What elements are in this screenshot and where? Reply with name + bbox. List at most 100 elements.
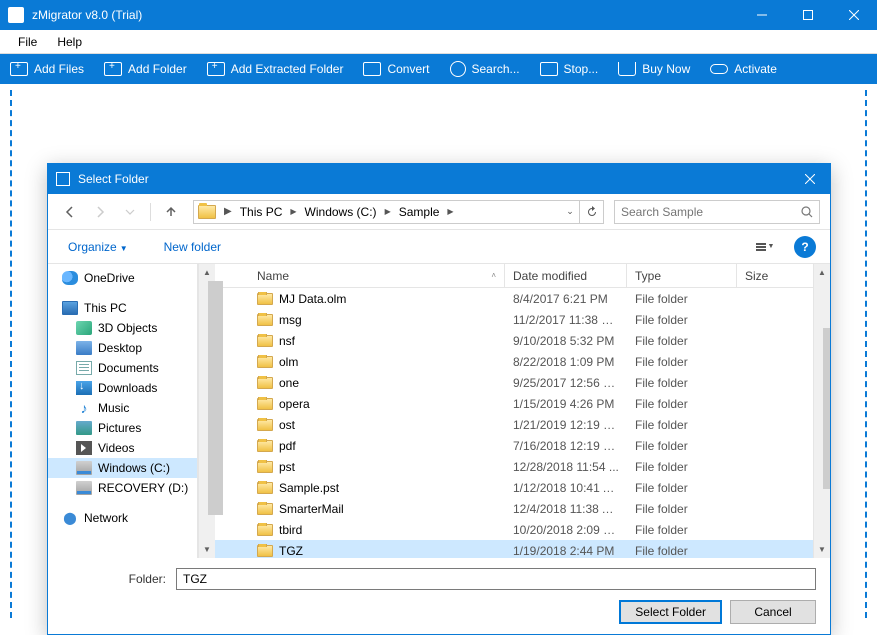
minimize-button[interactable] bbox=[739, 0, 785, 30]
tree-item-onedrive[interactable]: OneDrive bbox=[48, 268, 197, 288]
chevron-down-icon: ▼ bbox=[120, 244, 128, 253]
file-row[interactable]: opera1/15/2019 4:26 PMFile folder bbox=[215, 393, 813, 414]
chevron-right-icon[interactable]: ▶ bbox=[286, 207, 300, 216]
file-name: pdf bbox=[279, 439, 296, 453]
file-type: File folder bbox=[627, 313, 737, 327]
scroll-down-button[interactable]: ▼ bbox=[199, 541, 215, 558]
file-row[interactable]: tbird10/20/2018 2:09 PMFile folder bbox=[215, 519, 813, 540]
tree-item-music[interactable]: ♪Music bbox=[48, 398, 197, 418]
breadcrumb-part[interactable]: Windows (C:) bbox=[301, 205, 381, 219]
tree-item-network[interactable]: ⬤Network bbox=[48, 508, 197, 528]
file-row[interactable]: pdf7/16/2018 12:19 PMFile folder bbox=[215, 435, 813, 456]
nav-recent-button[interactable] bbox=[118, 200, 142, 224]
file-type: File folder bbox=[627, 397, 737, 411]
tree-item-videos[interactable]: Videos bbox=[48, 438, 197, 458]
file-type: File folder bbox=[627, 334, 737, 348]
file-name: tbird bbox=[279, 523, 302, 537]
select-folder-button[interactable]: Select Folder bbox=[619, 600, 722, 624]
titlebar: zMigrator v8.0 (Trial) bbox=[0, 0, 877, 30]
refresh-button[interactable] bbox=[579, 200, 603, 224]
column-type[interactable]: Type bbox=[627, 264, 737, 287]
chevron-right-icon[interactable]: ▶ bbox=[443, 207, 457, 216]
right-rule bbox=[865, 90, 867, 618]
tree-scrollbar[interactable]: ▲ ▼ bbox=[198, 264, 215, 558]
file-row[interactable]: MJ Data.olm8/4/2017 6:21 PMFile folder bbox=[215, 288, 813, 309]
column-date[interactable]: Date modified bbox=[505, 264, 627, 287]
folder-icon bbox=[257, 461, 273, 473]
new-folder-button[interactable]: New folder bbox=[158, 236, 227, 258]
search-button[interactable]: Search... bbox=[440, 57, 530, 81]
scroll-down-button[interactable]: ▼ bbox=[814, 541, 830, 558]
breadcrumb-part[interactable]: This PC bbox=[236, 205, 287, 219]
file-date: 8/22/2018 1:09 PM bbox=[505, 355, 627, 369]
sort-caret-icon: ˄ bbox=[491, 271, 496, 280]
nav-tree[interactable]: OneDrive This PC3D ObjectsDesktopDocument… bbox=[48, 264, 198, 558]
organize-button[interactable]: Organize▼ bbox=[62, 236, 134, 258]
scroll-up-button[interactable]: ▲ bbox=[199, 264, 215, 281]
folder-input[interactable] bbox=[176, 568, 816, 590]
select-folder-dialog: Select Folder ▶ This PC▶Windows (C:)▶Sam… bbox=[47, 163, 831, 635]
file-row[interactable]: nsf9/10/2018 5:32 PMFile folder bbox=[215, 330, 813, 351]
file-row[interactable]: Sample.pst1/12/2018 10:41 AMFile folder bbox=[215, 477, 813, 498]
breadcrumb[interactable]: ▶ This PC▶Windows (C:)▶Sample▶⌄ bbox=[193, 200, 604, 224]
dialog-close-button[interactable] bbox=[790, 164, 830, 194]
file-type: File folder bbox=[627, 460, 737, 474]
menu-file[interactable]: File bbox=[8, 31, 47, 53]
column-size[interactable]: Size bbox=[737, 264, 813, 287]
file-row[interactable]: pst12/28/2018 11:54 ...File folder bbox=[215, 456, 813, 477]
toolbar: Add FilesAdd Folder Add Extracted Folder C… bbox=[0, 54, 877, 84]
scroll-thumb[interactable] bbox=[208, 281, 223, 515]
file-row[interactable]: olm8/22/2018 1:09 PMFile folder bbox=[215, 351, 813, 372]
file-row[interactable]: one9/25/2017 12:56 PMFile folder bbox=[215, 372, 813, 393]
file-row[interactable]: ost1/21/2019 12:19 PMFile folder bbox=[215, 414, 813, 435]
buy-now-button[interactable]: Buy Now bbox=[608, 58, 700, 80]
breadcrumb-part[interactable]: Sample bbox=[395, 205, 444, 219]
search-icon bbox=[450, 61, 466, 77]
file-type: File folder bbox=[627, 376, 737, 390]
scroll-up-button[interactable]: ▲ bbox=[814, 264, 830, 281]
file-name: olm bbox=[279, 355, 298, 369]
folder-icon bbox=[257, 335, 273, 347]
tree-item-3d-objects[interactable]: 3D Objects bbox=[48, 318, 197, 338]
breadcrumb-dropdown[interactable]: ⌄ bbox=[561, 206, 579, 217]
search-input[interactable] bbox=[621, 205, 801, 219]
file-row[interactable]: TGZ1/19/2018 2:44 PMFile folder bbox=[215, 540, 813, 558]
cancel-button[interactable]: Cancel bbox=[730, 600, 816, 624]
tree-item-label: OneDrive bbox=[84, 271, 135, 285]
tree-item-desktop[interactable]: Desktop bbox=[48, 338, 197, 358]
view-mode-button[interactable]: ▼ bbox=[746, 235, 784, 259]
toolbar-label: Add Extracted Folder bbox=[231, 62, 344, 76]
file-row[interactable]: SmarterMail12/4/2018 11:38 AMFile folder bbox=[215, 498, 813, 519]
nav-forward-button[interactable] bbox=[88, 200, 112, 224]
nav-up-button[interactable] bbox=[159, 200, 183, 224]
file-date: 7/16/2018 12:19 PM bbox=[505, 439, 627, 453]
tree-item-documents[interactable]: Documents bbox=[48, 358, 197, 378]
file-date: 12/28/2018 11:54 ... bbox=[505, 460, 627, 474]
tree-item-this-pc[interactable]: This PC bbox=[48, 298, 197, 318]
search-icon[interactable] bbox=[801, 206, 813, 218]
tree-item-downloads[interactable]: Downloads bbox=[48, 378, 197, 398]
file-row[interactable]: msg11/2/2017 11:38 PMFile folder bbox=[215, 309, 813, 330]
search-box[interactable] bbox=[614, 200, 820, 224]
add-files-button[interactable]: Add Files bbox=[0, 58, 94, 80]
convert-button[interactable]: Convert bbox=[353, 58, 439, 80]
file-list-rows: MJ Data.olm8/4/2017 6:21 PMFile folderms… bbox=[215, 288, 813, 558]
add-folder-button[interactable]: Add Folder bbox=[94, 58, 197, 80]
chevron-right-icon[interactable]: ▶ bbox=[220, 206, 236, 217]
scroll-thumb[interactable] bbox=[823, 328, 830, 489]
column-name[interactable]: Name˄ bbox=[249, 264, 505, 287]
nav-back-button[interactable] bbox=[58, 200, 82, 224]
menu-help[interactable]: Help bbox=[47, 31, 92, 53]
activate-button[interactable]: Activate bbox=[700, 58, 787, 80]
add-extracted-folder-button[interactable]: Add Extracted Folder bbox=[197, 58, 354, 80]
close-button[interactable] bbox=[831, 0, 877, 30]
tree-item-windows-c[interactable]: Windows (C:) bbox=[48, 458, 197, 478]
maximize-button[interactable] bbox=[785, 0, 831, 30]
help-button[interactable]: ? bbox=[794, 236, 816, 258]
tree-item-recovery-d[interactable]: RECOVERY (D:) bbox=[48, 478, 197, 498]
file-date: 10/20/2018 2:09 PM bbox=[505, 523, 627, 537]
chevron-right-icon[interactable]: ▶ bbox=[381, 207, 395, 216]
stop-button[interactable]: Stop... bbox=[530, 58, 609, 80]
list-scrollbar[interactable]: ▲ ▼ bbox=[813, 264, 830, 558]
tree-item-pictures[interactable]: Pictures bbox=[48, 418, 197, 438]
